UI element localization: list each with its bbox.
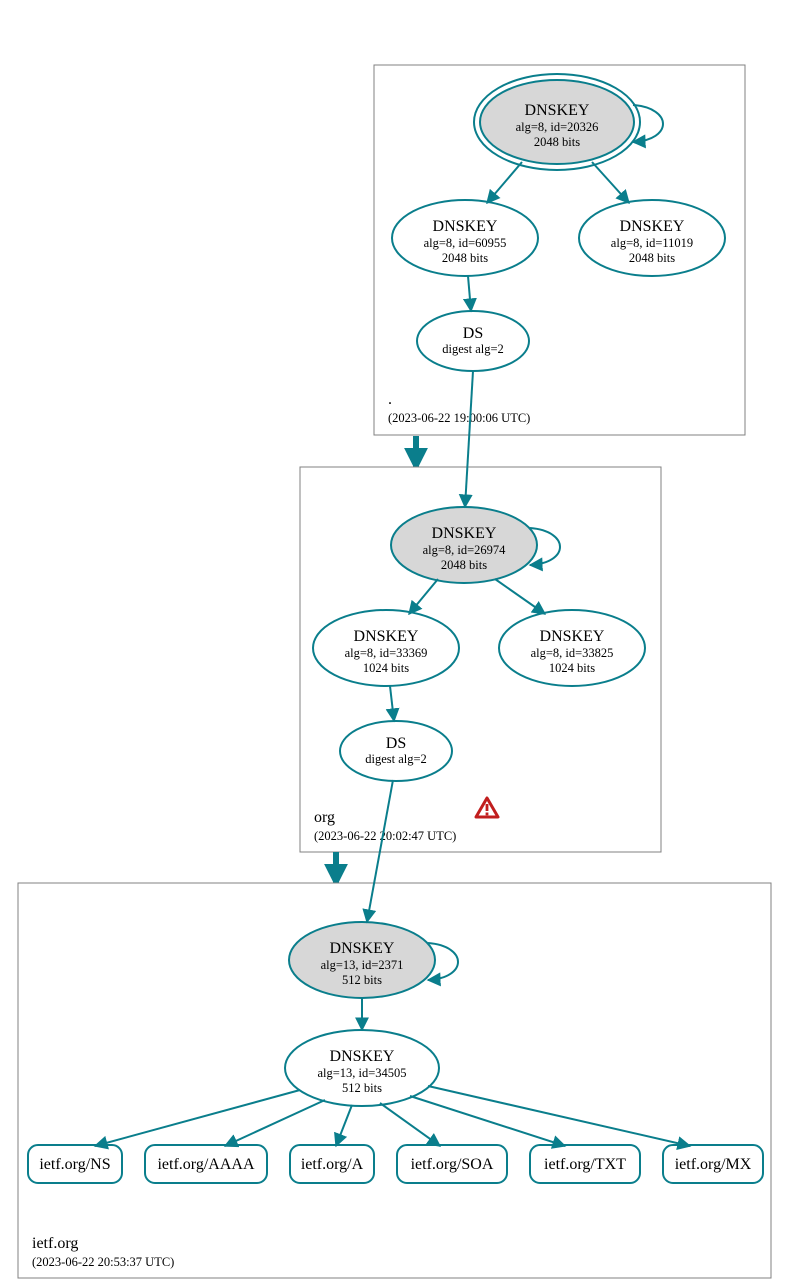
root-zsk1-bits: 2048 bits [442, 251, 488, 265]
zone-ietf-name: ietf.org [32, 1235, 78, 1252]
ietf-ksk-alg: alg=13, id=2371 [321, 958, 404, 972]
ietf-zsk-alg: alg=13, id=34505 [317, 1066, 406, 1080]
root-ksk-alg: alg=8, id=20326 [516, 120, 599, 134]
org-zsk2-title: DNSKEY [540, 628, 605, 645]
rr-soa-label: ietf.org/SOA [411, 1156, 494, 1173]
zone-org: org (2023-06-22 20:02:47 UTC) DNSKEY alg… [300, 371, 661, 852]
rr-a-label: ietf.org/A [301, 1156, 364, 1173]
node-root-zsk1: DNSKEY alg=8, id=60955 2048 bits [392, 200, 538, 276]
org-ksk-alg: alg=8, id=26974 [423, 543, 507, 557]
rr-txt: ietf.org/TXT [530, 1145, 640, 1183]
node-ietf-zsk: DNSKEY alg=13, id=34505 512 bits [285, 1030, 439, 1106]
root-zsk2-bits: 2048 bits [629, 251, 675, 265]
node-org-zsk2: DNSKEY alg=8, id=33825 1024 bits [499, 610, 645, 686]
zone-root-name: . [388, 391, 392, 408]
zone-org-name: org [314, 809, 335, 826]
root-ksk-bits: 2048 bits [534, 135, 580, 149]
dnssec-diagram: . (2023-06-22 19:00:06 UTC) DNSKEY alg=8… [0, 0, 789, 1282]
rr-aaaa: ietf.org/AAAA [145, 1145, 267, 1183]
org-zsk2-bits: 1024 bits [549, 661, 595, 675]
org-ds-title: DS [386, 735, 406, 752]
node-root-ds: DS digest alg=2 [417, 311, 529, 371]
ietf-ksk-bits: 512 bits [342, 973, 382, 987]
rr-mx: ietf.org/MX [663, 1145, 763, 1183]
org-zsk2-alg: alg=8, id=33825 [531, 646, 614, 660]
rr-a: ietf.org/A [290, 1145, 374, 1183]
rr-mx-label: ietf.org/MX [675, 1156, 752, 1173]
root-zsk2-title: DNSKEY [620, 218, 685, 235]
node-org-ds: DS digest alg=2 [340, 721, 452, 781]
zone-ietf-timestamp: (2023-06-22 20:53:37 UTC) [32, 1255, 174, 1269]
zone-root-timestamp: (2023-06-22 19:00:06 UTC) [388, 411, 530, 425]
org-ksk-title: DNSKEY [432, 525, 497, 542]
root-ds-alg: digest alg=2 [442, 342, 504, 356]
org-zsk1-title: DNSKEY [354, 628, 419, 645]
org-zsk1-bits: 1024 bits [363, 661, 409, 675]
ietf-zsk-title: DNSKEY [330, 1048, 395, 1065]
zone-root: . (2023-06-22 19:00:06 UTC) DNSKEY alg=8… [374, 65, 745, 435]
org-ds-alg: digest alg=2 [365, 752, 427, 766]
rr-aaaa-label: ietf.org/AAAA [157, 1156, 254, 1173]
ietf-ksk-title: DNSKEY [330, 940, 395, 957]
node-root-zsk2: DNSKEY alg=8, id=11019 2048 bits [579, 200, 725, 276]
rr-soa: ietf.org/SOA [397, 1145, 507, 1183]
org-ksk-bits: 2048 bits [441, 558, 487, 572]
node-org-ksk: DNSKEY alg=8, id=26974 2048 bits [391, 507, 537, 583]
zone-ietf: ietf.org (2023-06-22 20:53:37 UTC) DNSKE… [18, 780, 771, 1278]
node-ietf-ksk: DNSKEY alg=13, id=2371 512 bits [289, 922, 435, 998]
ietf-zsk-bits: 512 bits [342, 1081, 382, 1095]
root-ksk-title: DNSKEY [525, 102, 590, 119]
zone-org-timestamp: (2023-06-22 20:02:47 UTC) [314, 829, 456, 843]
node-root-ksk: DNSKEY alg=8, id=20326 2048 bits [474, 74, 640, 170]
root-zsk2-alg: alg=8, id=11019 [611, 236, 693, 250]
root-zsk1-title: DNSKEY [433, 218, 498, 235]
node-org-zsk1: DNSKEY alg=8, id=33369 1024 bits [313, 610, 459, 686]
root-ds-title: DS [463, 325, 483, 342]
rr-ns-label: ietf.org/NS [39, 1156, 110, 1173]
rr-ns: ietf.org/NS [28, 1145, 122, 1183]
root-zsk1-alg: alg=8, id=60955 [424, 236, 507, 250]
org-zsk1-alg: alg=8, id=33369 [345, 646, 428, 660]
rr-txt-label: ietf.org/TXT [544, 1156, 626, 1173]
